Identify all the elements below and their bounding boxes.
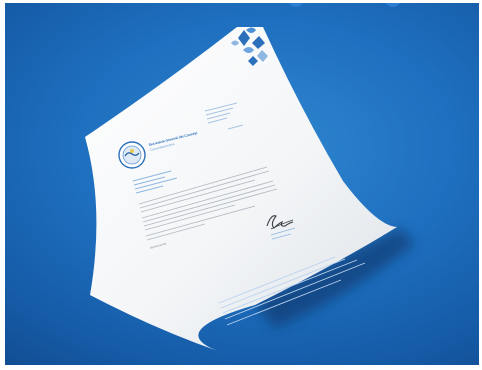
mockup-frame: Secretaría General del Consejo Comunidad… — [0, 0, 482, 370]
blue-background: Secretaría General del Consejo Comunidad… — [5, 3, 479, 365]
circular-organization-seal-icon — [118, 141, 146, 169]
letter-paper — [85, 27, 397, 351]
letter-mockup: Secretaría General del Consejo Comunidad… — [85, 27, 415, 351]
